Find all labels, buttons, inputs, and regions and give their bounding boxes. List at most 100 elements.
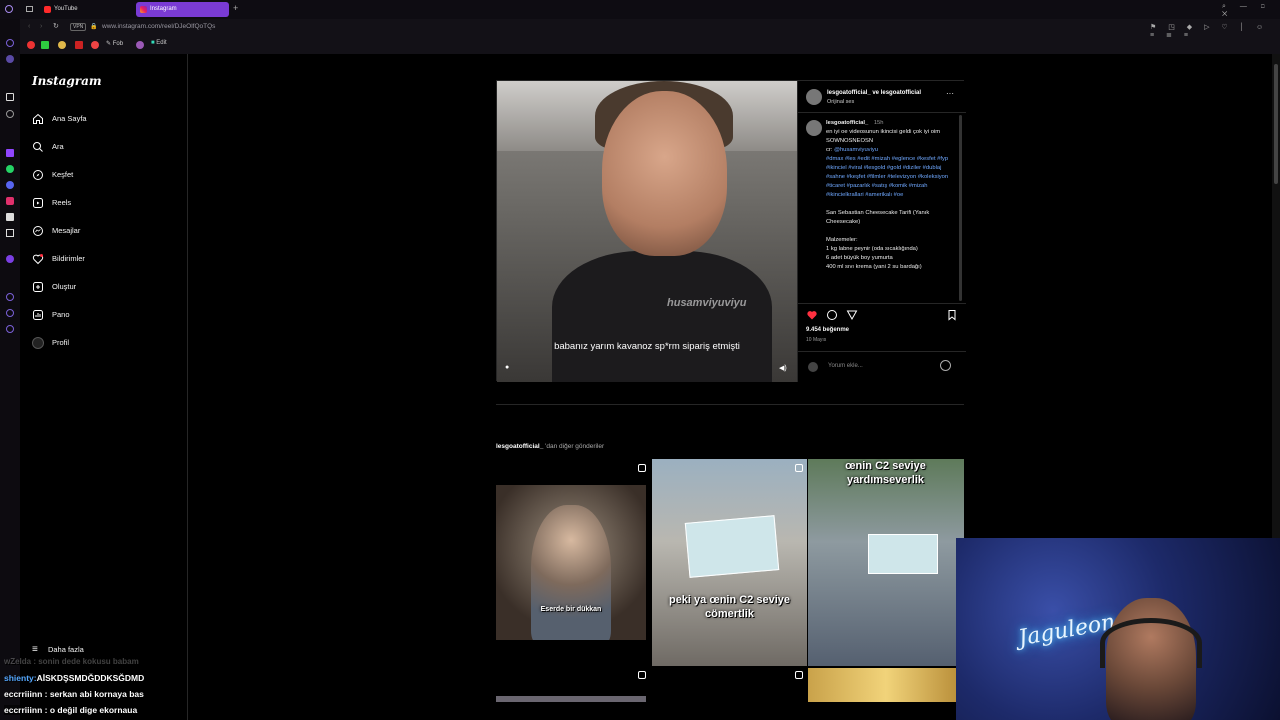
- commenter-avatar: [808, 362, 818, 372]
- like-count[interactable]: 9.454 beğenme: [806, 327, 849, 333]
- recipe-item: 6 adet büyük boy yumurta: [826, 255, 893, 261]
- discord-icon[interactable]: [6, 181, 14, 189]
- emoji-icon[interactable]: [940, 360, 951, 371]
- reel-video[interactable]: husamviyuviyu babanız yarım kavanoz sp*r…: [497, 81, 797, 382]
- messenger-icon: [33, 226, 43, 236]
- vpn-badge[interactable]: VPN: [70, 23, 87, 31]
- more-posts-suffix: 'dan diğer gönderiler: [543, 443, 605, 450]
- more-options-icon[interactable]: ···: [946, 89, 954, 98]
- bookmark-icon[interactable]: [946, 309, 958, 321]
- x-icon[interactable]: [6, 229, 14, 237]
- comment-input[interactable]: Yorum ekle...: [828, 363, 863, 369]
- bookmark-purple-icon[interactable]: [136, 41, 144, 49]
- chat-message: wZelda : sonin dede kokusu babam: [4, 657, 139, 666]
- sidebar-item-home[interactable]: Ana Sayfa: [32, 110, 182, 128]
- caption: lesgoatofficial_ 15h en iyi oe videosunu…: [826, 119, 956, 272]
- bookmark-label: Edit: [156, 40, 167, 46]
- downloads-icon[interactable]: [6, 309, 14, 317]
- grid-post[interactable]: œnin C2 seviye yardımseverlik: [808, 459, 964, 666]
- bookmark-yellow-icon[interactable]: [58, 41, 66, 49]
- bookmark-edit[interactable]: ■ Edit: [151, 40, 167, 46]
- reload-icon[interactable]: ↻: [53, 22, 59, 30]
- more-menu[interactable]: ≡ Daha fazla: [32, 644, 84, 655]
- comment-icon[interactable]: [826, 309, 838, 321]
- url-field[interactable]: www.instagram.com/reel/DJeOlfQoTQs: [102, 23, 215, 30]
- compass-icon: [33, 170, 43, 180]
- browser-chrome: YouTube Instagram + ⌕ — ◻ ✕ ‹ › ↻ VPN 🔒 …: [0, 0, 1280, 54]
- video-watermark: husamviyuviyu: [667, 297, 747, 309]
- whatsapp-icon[interactable]: [6, 165, 14, 173]
- home-side-icon[interactable]: [6, 39, 14, 47]
- caption-mention[interactable]: @husamviyuviyu: [834, 147, 878, 153]
- comment-bar: Yorum ekle...: [798, 351, 966, 382]
- post-authors[interactable]: lesgoatofficial_ ve lesgoatofficial: [827, 90, 921, 96]
- ai-icon[interactable]: [6, 93, 14, 101]
- sidebar-item-reels[interactable]: Reels: [32, 194, 182, 212]
- instagram-logo[interactable]: Instagram: [32, 74, 102, 88]
- extensions-icon[interactable]: [6, 325, 14, 333]
- caption-time: 15h: [873, 120, 884, 126]
- recipe-title: San Sebastian Cheesecake Tarifi (Yanık C…: [826, 210, 930, 225]
- tab-label: Instagram: [150, 6, 177, 12]
- tab-instagram[interactable]: Instagram: [136, 2, 229, 17]
- sidebar-item-explore[interactable]: Keşfet: [32, 166, 182, 184]
- grid-post[interactable]: Eserde bir dükkan: [496, 485, 646, 640]
- grid-post[interactable]: peki ya œnin C2 seviye cömertlik: [652, 459, 807, 666]
- bookmark-red-icon[interactable]: [75, 41, 83, 49]
- bookmark-green-icon[interactable]: [41, 41, 49, 49]
- more-label: Daha fazla: [47, 645, 84, 654]
- new-tab-button[interactable]: +: [233, 3, 238, 13]
- caption-scrollbar[interactable]: [959, 115, 962, 301]
- instagram-icon: [140, 6, 147, 13]
- user-tag-icon[interactable]: ●: [505, 364, 509, 371]
- share-icon[interactable]: [846, 309, 858, 321]
- mute-icon[interactable]: ◀): [779, 364, 787, 372]
- author-avatar[interactable]: [806, 89, 822, 105]
- settings-side-icon[interactable]: [6, 110, 14, 118]
- instagram-side-icon[interactable]: [6, 197, 14, 205]
- youtube-icon: [44, 6, 51, 13]
- tiktok-icon[interactable]: [6, 213, 14, 221]
- search-icon: [33, 142, 43, 152]
- scrollbar-thumb[interactable]: [1274, 64, 1278, 184]
- tab-overview-icon[interactable]: [26, 6, 33, 12]
- caption-hashtags[interactable]: #dmax #les #edit #mizah #eglence #kesfet…: [826, 155, 956, 200]
- recipe-item: 1 kg labne peynir (oda sıcaklığında): [826, 246, 918, 252]
- reel-indicator-icon: [638, 464, 646, 472]
- bookmark-pink-icon[interactable]: [91, 41, 99, 49]
- chat-message: shienty:AİSKDŞSMDĞDDKSĞDMD: [4, 673, 304, 683]
- more-posts-user[interactable]: lesgoatofficial_: [496, 443, 543, 450]
- sidebar-item-dashboard[interactable]: Pano: [32, 306, 182, 324]
- window-controls[interactable]: ⌕ — ◻ ✕: [1222, 3, 1280, 19]
- bookmark-youtube-icon[interactable]: [27, 41, 35, 49]
- music-icon[interactable]: [6, 255, 14, 263]
- opera-logo-icon[interactable]: [5, 5, 13, 13]
- header-divider: [798, 112, 966, 113]
- sidebar-item-search[interactable]: Ara: [32, 138, 182, 156]
- forward-icon[interactable]: ›: [40, 23, 42, 30]
- sidebar-item-messages[interactable]: Mesajlar: [32, 222, 182, 240]
- aria-icon[interactable]: [6, 55, 14, 63]
- sidebar-item-profile[interactable]: Profil: [32, 334, 182, 352]
- reel-indicator-icon: [638, 671, 646, 679]
- hamburger-icon: ≡: [32, 644, 38, 655]
- caption-avatar[interactable]: [806, 120, 822, 136]
- instagram-sidebar: Instagram Ana Sayfa Ara Keşfet Reels Mes…: [20, 54, 188, 720]
- tab-youtube[interactable]: YouTube: [40, 2, 132, 17]
- sidebar-item-label: Bildirimler: [52, 254, 85, 263]
- twitch-icon[interactable]: [6, 149, 14, 157]
- back-icon[interactable]: ‹: [28, 23, 30, 30]
- sidebar-item-create[interactable]: Oluştur: [32, 278, 182, 296]
- grid-post[interactable]: [496, 696, 646, 702]
- caption-user[interactable]: lesgoatofficial_: [826, 120, 868, 126]
- post-actions: [806, 309, 961, 321]
- tab-bar: YouTube Instagram + ⌕ — ◻ ✕: [0, 0, 1280, 19]
- grid-overlay-text: œnin C2 seviye yardımseverlik: [845, 460, 926, 486]
- grid-post[interactable]: [808, 668, 964, 702]
- webcam-overlay: Jaguleon: [956, 538, 1280, 720]
- audio-label[interactable]: Orijinal ses: [827, 99, 854, 105]
- heart-filled-icon[interactable]: [806, 309, 818, 321]
- history-icon[interactable]: [6, 293, 14, 301]
- sidebar-item-notifications[interactable]: Bildirimler: [32, 250, 182, 268]
- bookmark-fob[interactable]: ✎ Fob: [106, 40, 123, 47]
